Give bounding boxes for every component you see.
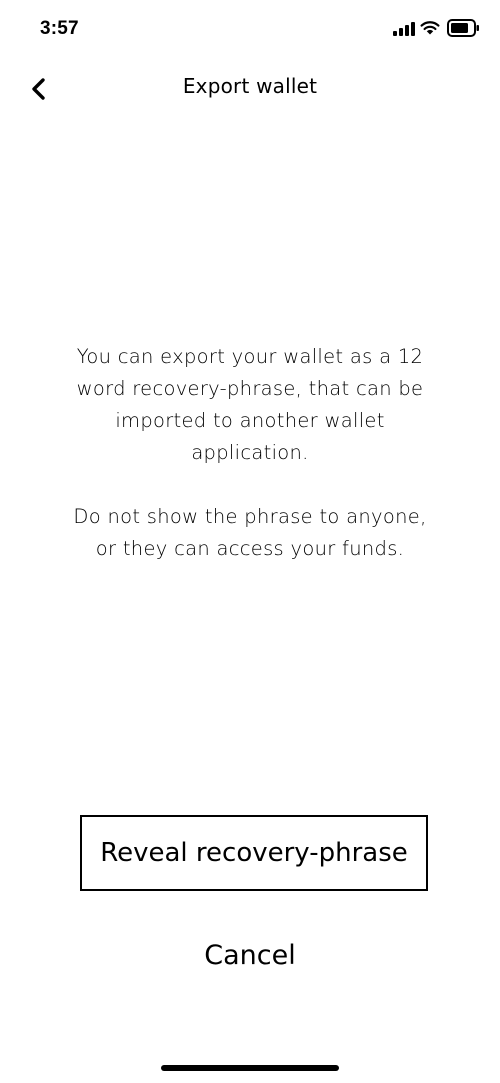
status-time: 3:57 (40, 18, 79, 39)
reveal-recovery-phrase-button[interactable]: Reveal recovery-phrase (80, 815, 428, 891)
security-warning: Do not show the phrase to anyone, or the… (73, 505, 427, 560)
cancel-button[interactable]: Cancel (150, 932, 350, 978)
home-indicator[interactable] (161, 1065, 339, 1071)
export-info-text: You can export your wallet as a 12 word … (70, 341, 430, 565)
wifi-icon (420, 19, 440, 35)
navigation-bar: Export wallet (0, 60, 500, 116)
cellular-signal-icon (393, 21, 415, 36)
battery-icon (447, 19, 480, 37)
export-description: You can export your wallet as a 12 word … (76, 345, 424, 464)
page-title: Export wallet (182, 74, 318, 98)
status-bar: 3:57 (0, 0, 500, 60)
